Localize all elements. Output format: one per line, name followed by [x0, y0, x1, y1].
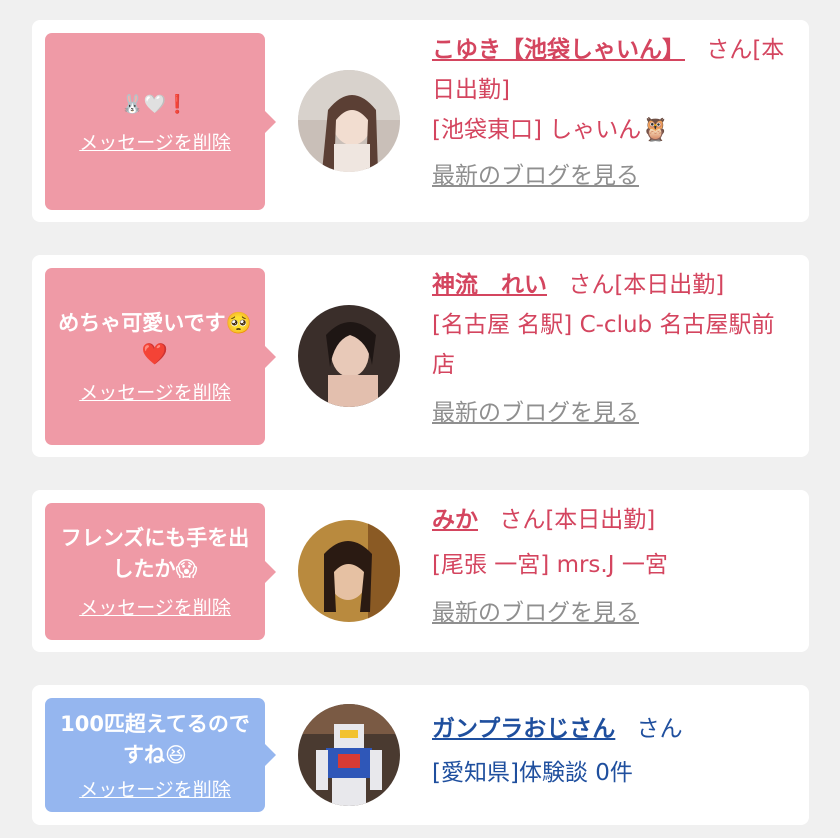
message-text: 🐰🤍❗: [121, 93, 189, 115]
message-bubble: 100匹超えてるのですね😆 メッセージを削除: [45, 698, 276, 812]
message-card: 🐰🤍❗ メッセージを削除 こゆき【池袋しゃいん】 さん[本日出勤] [池袋東口]…: [32, 20, 809, 222]
message-card: めちゃ可愛いです🥺❤️ メッセージを削除 神流 れい さん[本日出勤] [名古屋…: [32, 255, 809, 457]
user-status: さん[本日出勤]: [499, 507, 656, 533]
message-bubble: フレンズにも手を出したか😱 メッセージを削除: [45, 503, 276, 640]
message-bubble: 🐰🤍❗ メッセージを削除: [45, 33, 276, 210]
message-bubble: めちゃ可愛いです🥺❤️ メッセージを削除: [45, 268, 276, 445]
shop-location: [池袋東口] しゃいん🦉: [432, 117, 670, 143]
delete-message-link[interactable]: メッセージを削除: [79, 775, 231, 802]
message-text: 100匹超えてるのですね😆: [60, 711, 250, 767]
latest-blog-link[interactable]: 最新のブログを見る: [432, 393, 797, 433]
user-name-link[interactable]: 神流 れい: [432, 272, 547, 298]
user-status: さん: [636, 716, 683, 742]
avatar[interactable]: [298, 70, 400, 172]
message-card: フレンズにも手を出したか😱 メッセージを削除 みか さん[本日出勤] [尾張 一…: [32, 490, 809, 652]
shop-location: [愛知県]体験談 0件: [432, 760, 633, 786]
message-text: めちゃ可愛いです🥺❤️: [58, 311, 252, 366]
shop-location: [名古屋 名駅] C-club 名古屋駅前店: [432, 312, 775, 378]
delete-message-link[interactable]: メッセージを削除: [79, 378, 231, 405]
user-name-link[interactable]: こゆき【池袋しゃいん】: [432, 37, 685, 63]
user-name-link[interactable]: みか: [432, 507, 478, 533]
message-card: 100匹超えてるのですね😆 メッセージを削除 ガンプラおじさん さん [愛知県]…: [32, 685, 809, 825]
message-text: フレンズにも手を出したか😱: [60, 526, 250, 581]
avatar[interactable]: [298, 704, 400, 806]
delete-message-link[interactable]: メッセージを削除: [79, 593, 231, 620]
avatar[interactable]: [298, 305, 400, 407]
user-info: みか さん[本日出勤] [尾張 一宮] mrs.J 一宮 最新のブログを見る: [432, 500, 797, 633]
user-info: こゆき【池袋しゃいん】 さん[本日出勤] [池袋東口] しゃいん🦉 最新のブログ…: [432, 30, 797, 196]
latest-blog-link[interactable]: 最新のブログを見る: [432, 156, 797, 196]
user-info: ガンプラおじさん さん [愛知県]体験談 0件: [432, 709, 797, 793]
avatar[interactable]: [298, 520, 400, 622]
shop-location: [尾張 一宮] mrs.J 一宮: [432, 552, 668, 578]
user-info: 神流 れい さん[本日出勤] [名古屋 名駅] C-club 名古屋駅前店 最新…: [432, 265, 797, 433]
user-name-link[interactable]: ガンプラおじさん: [432, 716, 615, 742]
latest-blog-link[interactable]: 最新のブログを見る: [432, 593, 797, 633]
delete-message-link[interactable]: メッセージを削除: [79, 128, 231, 155]
user-status: さん[本日出勤]: [568, 272, 725, 298]
